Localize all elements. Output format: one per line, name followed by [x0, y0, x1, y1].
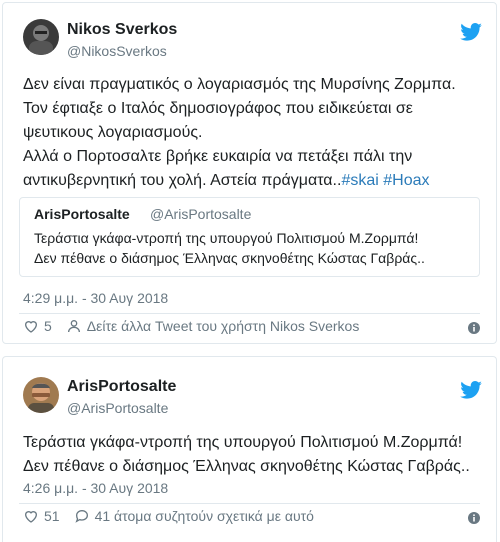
quoted-text: Τεράστια γκάφα-ντροπή της υπουργού Πολιτ…: [34, 228, 425, 268]
quoted-author-name: ArisPortosalte: [34, 206, 130, 222]
tweet-text-fragment: αντικυβερνητική του χολή. Αστεία πράγματ…: [23, 172, 342, 189]
timestamp[interactable]: 4:26 μ.μ. - 30 Αυγ 2018: [23, 480, 168, 496]
tweet-text-line: Δεν πέθανε ο διάσημος Έλληνας σκηνοθέτης…: [23, 458, 470, 475]
like-count[interactable]: 51: [44, 508, 60, 524]
info-icon[interactable]: [468, 512, 480, 524]
embedded-tweet-nikos: Nikos Sverkos @NikosSverkos Δεν είναι πρ…: [2, 2, 497, 344]
quoted-author-handle: @ArisPortosalte: [150, 206, 252, 222]
tweet-text-line-last: αντικυβερνητική του χολή. Αστεία πράγματ…: [23, 169, 456, 193]
tweet-text: Δεν είναι πραγματικός ο λογαριασμός της …: [23, 73, 456, 193]
author-name[interactable]: Nikos Sverkos: [67, 21, 177, 39]
people-talking-link[interactable]: 41 άτομα συζητούν σχετικά με αυτό: [95, 508, 314, 524]
avatar-nikos[interactable]: [23, 19, 59, 55]
avatar-aris[interactable]: [23, 377, 59, 413]
author-handle[interactable]: @NikosSverkos: [67, 43, 167, 59]
hashtag-hoax[interactable]: #Hoax: [383, 172, 429, 189]
like-count[interactable]: 5: [44, 318, 52, 334]
tweet-text-line: Δεν είναι πραγματικός ο λογαριασμός της …: [23, 76, 456, 93]
quoted-tweet[interactable]: ArisPortosalte @ArisPortosalte Τεράστια …: [19, 197, 480, 277]
tweet-text-line: ψευτικους λογαριασμούς.: [23, 124, 203, 141]
info-icon[interactable]: [468, 322, 480, 334]
timestamp[interactable]: 4:29 μ.μ. - 30 Αυγ 2018: [23, 290, 168, 306]
embedded-tweet-aris: ArisPortosalte @ArisPortosalte Τεράστια …: [2, 356, 497, 542]
twitter-bird-icon[interactable]: [460, 381, 482, 399]
tweet-text-line: Τεράστια γκάφα-ντροπή της υπουργού Πολιτ…: [23, 434, 463, 451]
tweet-text-line: Τον έφτιαξε ο Ιταλός δημοσιογράφος που ε…: [23, 100, 413, 117]
divider: [19, 313, 480, 314]
author-handle[interactable]: @ArisPortosalte: [67, 400, 168, 416]
tweet-text-line: Αλλά ο Πορτοσαλτε βρήκε ευκαιρία να πετά…: [23, 148, 413, 165]
heart-icon[interactable]: [23, 508, 39, 524]
divider: [19, 503, 480, 504]
person-icon[interactable]: [66, 318, 82, 334]
reply-icon[interactable]: [74, 508, 90, 524]
tweet-actions: 5 Δείτε άλλα Tweet του χρήστη Nikos Sver…: [23, 318, 359, 334]
view-more-tweets-link[interactable]: Δείτε άλλα Tweet του χρήστη Nikos Sverko…: [87, 318, 360, 334]
hashtag-skai[interactable]: #skai: [341, 172, 378, 189]
twitter-bird-icon[interactable]: [460, 23, 482, 41]
heart-icon[interactable]: [23, 318, 39, 334]
quoted-text-line: Τεράστια γκάφα-ντροπή της υπουργού Πολιτ…: [34, 230, 419, 246]
author-name[interactable]: ArisPortosalte: [67, 378, 176, 396]
tweet-actions: 51 41 άτομα συζητούν σχετικά με αυτό: [23, 508, 314, 524]
quoted-text-line: Δεν πέθανε ο διάσημος Έλληνας σκηνοθέτης…: [34, 250, 425, 266]
tweet-text: Τεράστια γκάφα-ντροπή της υπουργού Πολιτ…: [23, 431, 470, 479]
